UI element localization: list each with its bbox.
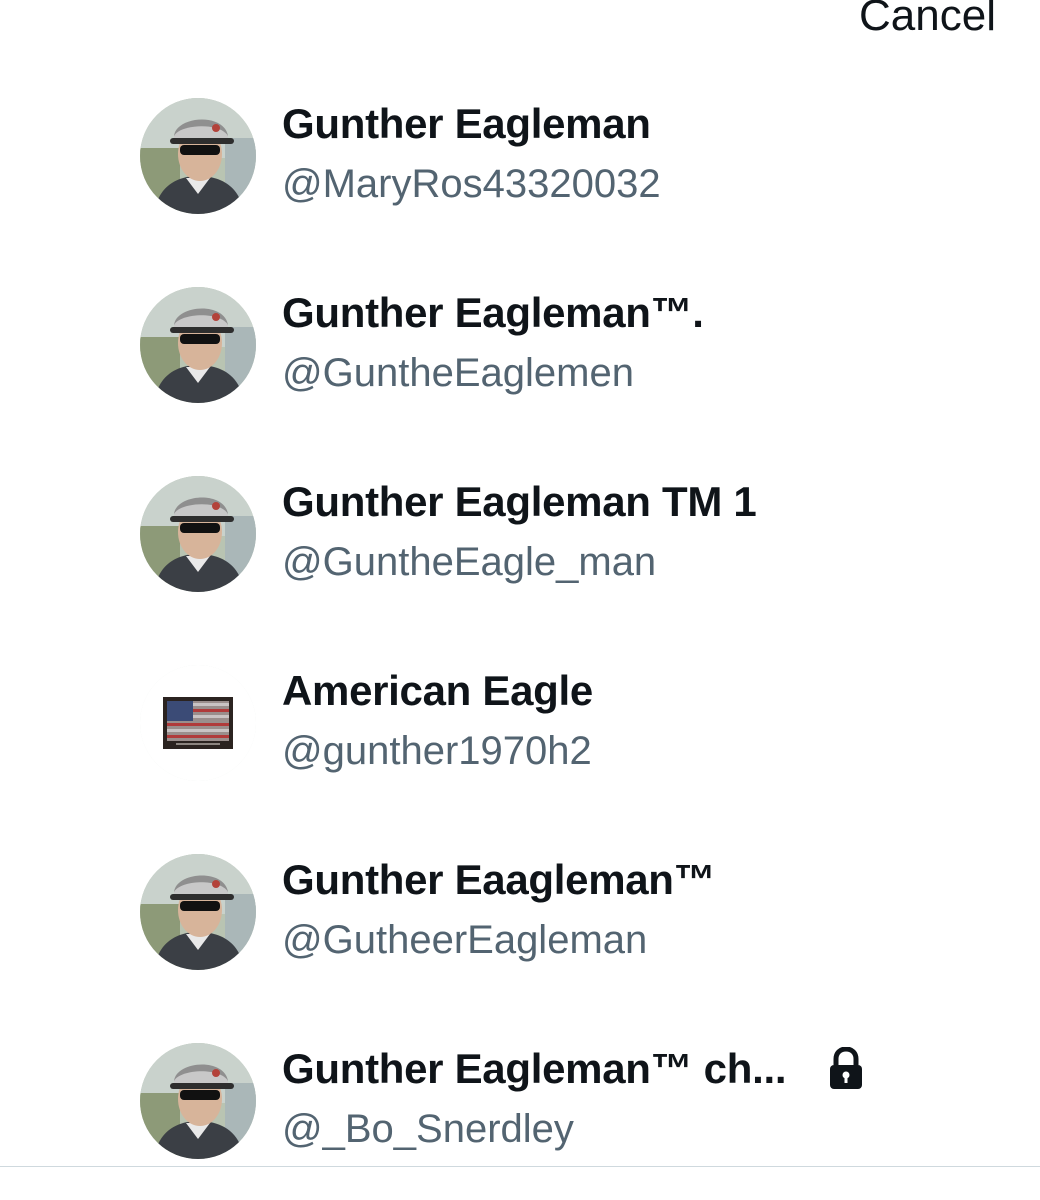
account-name-line: Gunther Eagleman TM 1: [282, 478, 757, 526]
account-row[interactable]: Gunther Eagleman™ ch... @_Bo_Snerdley: [0, 1043, 1040, 1193]
avatar: [140, 665, 256, 781]
account-row[interactable]: Gunther Eagleman™. @GuntheEaglemen: [0, 287, 1040, 437]
account-name: Gunther Eagleman: [282, 100, 651, 147]
account-row[interactable]: Gunther Eagleman TM 1 @GuntheEagle_man: [0, 476, 1040, 626]
account-name-line: Gunther Eagleman™.: [282, 289, 704, 337]
account-handle: @GutheerEagleman: [282, 918, 648, 962]
account-row[interactable]: Gunther Eaagleman™ @GutheerEagleman: [0, 854, 1040, 1004]
avatar: [140, 1043, 256, 1159]
lock-icon: [826, 1047, 866, 1091]
avatar: [140, 287, 256, 403]
divider: [0, 1166, 1040, 1167]
account-name: Gunther Eaagleman™: [282, 856, 716, 903]
account-handle: @_Bo_Snerdley: [282, 1107, 574, 1151]
account-handle: @MaryRos43320032: [282, 162, 661, 206]
account-name-line: American Eagle: [282, 667, 593, 715]
account-handle: @gunther1970h2: [282, 729, 592, 773]
avatar: [140, 476, 256, 592]
account-name-line: Gunther Eagleman: [282, 100, 651, 148]
cancel-button[interactable]: Cancel: [859, 0, 996, 44]
account-handle: @GuntheEagle_man: [282, 540, 657, 584]
avatar: [140, 98, 256, 214]
account-handle: @GuntheEaglemen: [282, 351, 634, 395]
avatar: [140, 854, 256, 970]
account-name: American Eagle: [282, 667, 593, 714]
account-name-line: Gunther Eaagleman™: [282, 856, 716, 904]
account-row[interactable]: Gunther Eagleman @MaryRos43320032: [0, 98, 1040, 248]
account-row[interactable]: American Eagle @gunther1970h2: [0, 665, 1040, 815]
account-name-line: Gunther Eagleman™ ch...: [282, 1045, 866, 1093]
account-name: Gunther Eagleman TM 1: [282, 478, 757, 525]
account-name: Gunther Eagleman™ ch...: [282, 1045, 787, 1092]
account-name: Gunther Eagleman™.: [282, 289, 704, 336]
